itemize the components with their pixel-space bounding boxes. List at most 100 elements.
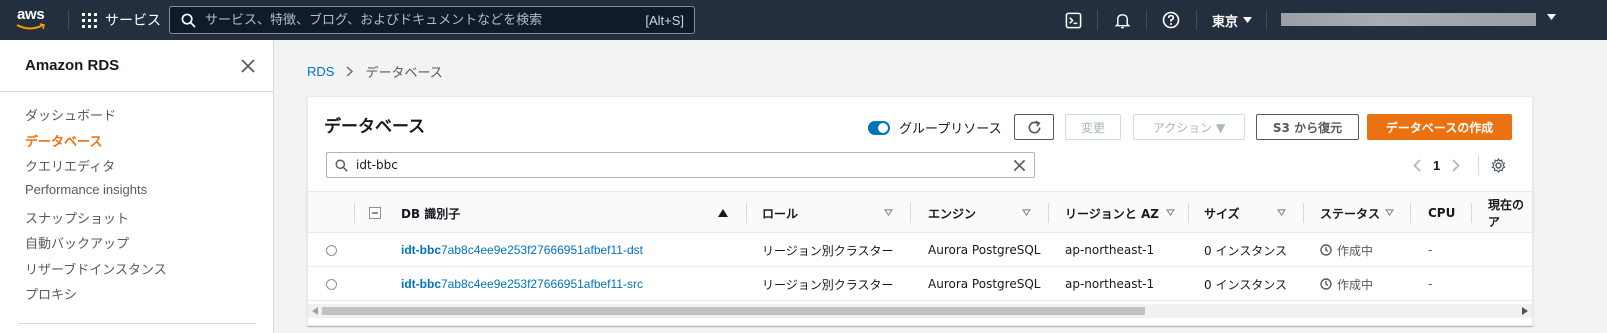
sort-icon[interactable]	[1166, 209, 1175, 216]
column-divider	[1410, 203, 1411, 223]
column-header-cpu[interactable]: CPU	[1428, 192, 1455, 234]
aws-logo-text: aws	[17, 6, 45, 23]
db-identifier-match: idt-bbc	[401, 243, 441, 257]
bell-icon[interactable]	[1112, 10, 1132, 30]
status-label: 作成中	[1337, 243, 1374, 258]
panel-title: データベース	[324, 117, 426, 137]
sidebar-title[interactable]: Amazon RDS	[25, 57, 119, 74]
column-header-status[interactable]: ステータス	[1320, 192, 1380, 234]
close-icon[interactable]	[240, 58, 256, 74]
caret-down-icon	[1243, 17, 1253, 23]
column-header-db-identifier[interactable]: DB 識別子	[401, 192, 460, 234]
column-divider	[1188, 203, 1189, 223]
sort-icon[interactable]	[884, 209, 893, 216]
table-row[interactable]: idt-bbc7ab8c4ee9e253f27666951afbef11-src…	[308, 267, 1532, 301]
databases-panel: データベース グループリソース 変更 アクション ▼ S3 から復元 データベー…	[307, 96, 1533, 326]
cloudshell-icon[interactable]	[1063, 10, 1083, 30]
column-divider	[1048, 203, 1049, 223]
region-cell: ap-northeast-1	[1065, 277, 1155, 291]
sidebar-item-reserved-instances[interactable]: リザーブドインスタンス	[25, 259, 167, 278]
current-page[interactable]: 1	[1433, 158, 1440, 173]
sidebar-item-query-editor[interactable]: クエリエディタ	[25, 156, 115, 175]
cpu-cell: -	[1428, 277, 1433, 291]
region-selector[interactable]: 東京	[1212, 0, 1253, 40]
region-cell: ap-northeast-1	[1065, 243, 1155, 257]
group-resources-label: グループリソース	[899, 122, 1002, 137]
breadcrumb-rds-link[interactable]: RDS	[307, 64, 334, 79]
refresh-icon	[1028, 120, 1041, 133]
filter-input[interactable]	[356, 158, 1013, 172]
sort-icon[interactable]	[1022, 209, 1031, 216]
chevron-left-icon[interactable]	[1413, 158, 1421, 172]
column-header-current-activity[interactable]: 現在のア	[1488, 192, 1532, 234]
pending-clock-icon	[1320, 278, 1332, 290]
restore-from-s3-button[interactable]: S3 から復元	[1256, 114, 1359, 140]
sidebar-divider	[0, 91, 273, 92]
services-menu-button[interactable]: サービス	[82, 0, 161, 40]
scroll-left-icon[interactable]	[312, 307, 318, 315]
sidebar: Amazon RDS ダッシュボード データベース クエリエディタ Perfor…	[0, 40, 274, 333]
column-header-size[interactable]: サイズ	[1204, 192, 1240, 234]
search-icon	[335, 158, 348, 172]
db-identifier-link[interactable]: idt-bbc7ab8c4ee9e253f27666951afbef11-dst	[401, 233, 643, 267]
row-select-radio[interactable]	[326, 267, 337, 301]
modify-button[interactable]: 変更	[1065, 114, 1121, 140]
nav-divider	[1097, 10, 1098, 30]
column-divider	[1303, 203, 1304, 223]
nav-divider	[1146, 10, 1147, 30]
database-filter[interactable]	[326, 152, 1035, 178]
column-divider	[1471, 203, 1472, 223]
group-resources-toggle[interactable]: グループリソース	[868, 118, 1002, 137]
status-cell: 作成中	[1320, 233, 1373, 267]
chevron-right-icon[interactable]	[1452, 158, 1460, 172]
actions-dropdown-button[interactable]: アクション ▼	[1133, 114, 1245, 140]
role-cell: リージョン別クラスター	[762, 277, 894, 292]
sidebar-item-automated-backups[interactable]: 自動バックアップ	[25, 233, 129, 252]
sort-ascending-icon[interactable]	[718, 209, 728, 217]
cpu-cell: -	[1428, 243, 1433, 257]
column-header-engine[interactable]: エンジン	[928, 192, 976, 234]
chevron-right-icon	[346, 66, 354, 77]
horizontal-scrollbar[interactable]	[308, 304, 1532, 318]
pagination: 1	[1413, 155, 1506, 175]
settings-gear-icon[interactable]	[1491, 157, 1506, 173]
column-header-role[interactable]: ロール	[762, 192, 798, 234]
sort-icon[interactable]	[1385, 209, 1394, 216]
nav-divider	[1266, 10, 1267, 30]
refresh-button[interactable]	[1014, 114, 1054, 140]
status-cell: 作成中	[1320, 267, 1373, 301]
global-search-input[interactable]	[205, 7, 646, 33]
table-row[interactable]: idt-bbc7ab8c4ee9e253f27666951afbef11-dst…	[308, 233, 1532, 267]
breadcrumb: RDS データベース	[307, 62, 443, 81]
breadcrumb-current: データベース	[365, 66, 443, 81]
scrollbar-thumb[interactable]	[322, 307, 1145, 315]
scroll-right-icon[interactable]	[1522, 307, 1528, 315]
collapse-all-icon[interactable]	[369, 207, 381, 219]
sidebar-item-dashboard[interactable]: ダッシュボード	[25, 105, 116, 124]
aws-logo[interactable]: aws	[16, 6, 52, 32]
grid-menu-icon	[82, 12, 97, 28]
clear-filter-icon[interactable]	[1013, 159, 1026, 172]
column-divider	[910, 203, 911, 223]
db-identifier-link[interactable]: idt-bbc7ab8c4ee9e253f27666951afbef11-src	[401, 267, 643, 301]
sidebar-item-databases[interactable]: データベース	[25, 131, 102, 150]
sidebar-divider	[18, 323, 256, 324]
account-menu-redacted[interactable]	[1281, 13, 1536, 26]
sidebar-item-proxies[interactable]: プロキシ	[25, 284, 77, 303]
services-label: サービス	[105, 12, 161, 28]
toggle-switch[interactable]	[868, 120, 890, 135]
size-cell: 0 インスタンス	[1204, 243, 1287, 258]
pending-clock-icon	[1320, 244, 1332, 256]
row-select-radio[interactable]	[326, 233, 337, 267]
databases-table: DB 識別子 ロール エンジン リージョンと AZ サイズ ステータス CPU …	[308, 191, 1532, 303]
global-search[interactable]: [Alt+S]	[169, 6, 695, 34]
sidebar-item-snapshots[interactable]: スナップショット	[25, 208, 129, 227]
search-shortcut: [Alt+S]	[645, 12, 684, 28]
engine-cell: Aurora PostgreSQL	[928, 243, 1041, 257]
sidebar-item-performance-insights[interactable]: Performance insights	[25, 182, 147, 197]
help-icon[interactable]	[1161, 10, 1181, 30]
column-header-region-az[interactable]: リージョンと AZ	[1065, 192, 1159, 234]
sort-icon[interactable]	[1277, 209, 1286, 216]
pager-divider	[1478, 155, 1480, 175]
create-database-button[interactable]: データベースの作成	[1367, 114, 1512, 140]
